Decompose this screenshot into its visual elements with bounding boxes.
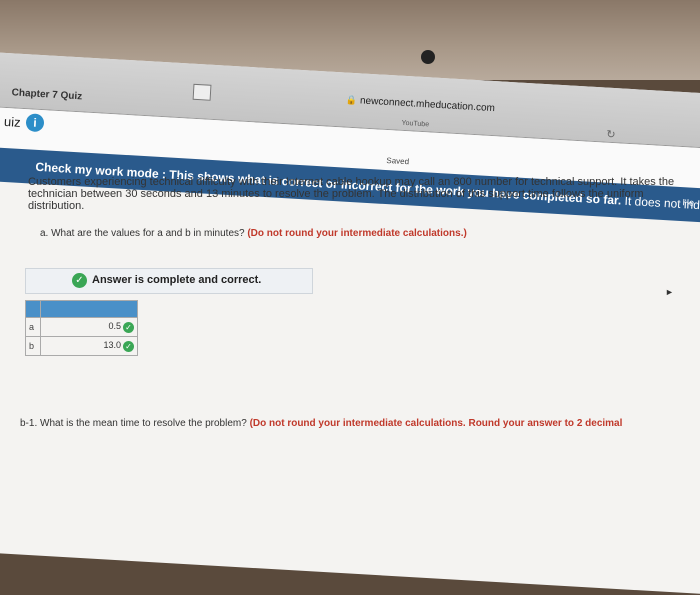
part-a-label: a. What are the values for a and b in mi… [40, 228, 245, 239]
answer-value: 13.0 [103, 340, 121, 351]
sidebar-icon[interactable] [192, 83, 212, 101]
lock-icon: 🔒 [345, 94, 358, 106]
address-bar[interactable]: 🔒 newconnect.mheducation.com [346, 95, 496, 115]
youtube-tab[interactable]: YouTube [401, 120, 429, 129]
part-b1-question: b-1. What is the mean time to resolve th… [20, 418, 622, 429]
camera [421, 50, 435, 64]
question-text: Customers experiencing technical difficu… [28, 176, 700, 212]
saved-status: Saved [386, 156, 410, 167]
mouse-cursor: ► [665, 287, 674, 297]
address-text: newconnect.mheducation.com [359, 95, 496, 115]
quiz-label: uiz [3, 113, 22, 130]
question-line: Customers experiencing technical difficu… [28, 176, 675, 188]
info-icon[interactable]: i [25, 113, 45, 133]
answer-b-input[interactable]: 13.0 ✓ [40, 336, 138, 356]
answer-status-box: ✓ Answer is complete and correct. [25, 268, 313, 294]
answer-status: Answer is complete and correct. [92, 274, 262, 286]
table-row: a 0.5 ✓ [25, 317, 138, 337]
tab-title[interactable]: Chapter 7 Quiz [11, 87, 82, 102]
table-header [25, 300, 138, 318]
part-a-hint: (Do not round your intermediate calculat… [247, 228, 467, 239]
part-a-question: a. What are the values for a and b in mi… [40, 228, 467, 239]
check-icon: ✓ [72, 273, 87, 288]
check-icon: ✓ [123, 340, 134, 352]
variable-cell: a [25, 317, 41, 337]
answer-value: 0.5 [108, 321, 121, 332]
question-line: technician between 30 seconds and 13 min… [28, 188, 644, 200]
part-b1-label: b-1. What is the mean time to resolve th… [20, 418, 247, 429]
reload-icon[interactable]: ↻ [606, 128, 616, 142]
answer-table: a 0.5 ✓ b 13.0 ✓ [25, 300, 138, 356]
answer-a-input[interactable]: 0.5 ✓ [40, 317, 138, 337]
part-b1-hint: (Do not round your intermediate calculat… [249, 418, 623, 429]
table-row: b 13.0 ✓ [25, 336, 138, 356]
question-line: distribution. [28, 200, 85, 212]
check-icon: ✓ [123, 321, 134, 333]
variable-cell: b [25, 336, 41, 356]
